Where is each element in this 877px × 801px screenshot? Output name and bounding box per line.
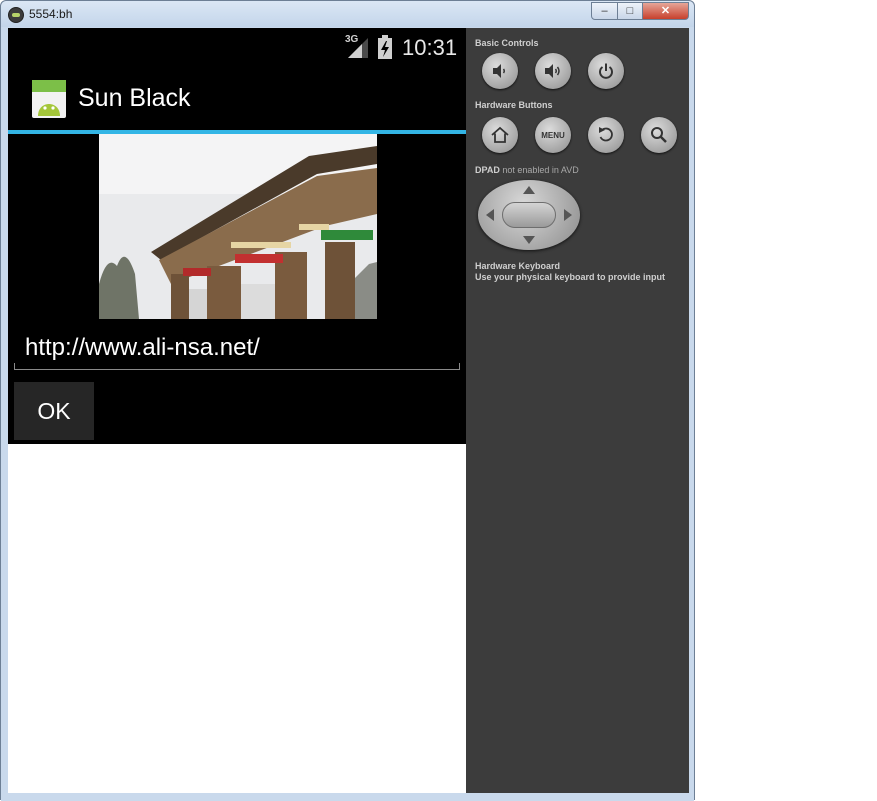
app-logo-icon bbox=[32, 80, 66, 118]
menu-button[interactable]: MENU bbox=[535, 117, 571, 153]
volume-up-icon bbox=[545, 64, 560, 78]
title-bar[interactable]: 5554:bh – □ ✕ bbox=[1, 1, 694, 27]
url-input[interactable] bbox=[14, 328, 460, 368]
clock: 10:31 bbox=[402, 35, 458, 60]
dpad[interactable] bbox=[478, 180, 580, 250]
power-button[interactable] bbox=[588, 53, 624, 89]
volume-up-button[interactable] bbox=[535, 53, 571, 89]
home-button[interactable] bbox=[482, 117, 518, 153]
hardware-buttons-label: Hardware Buttons bbox=[475, 100, 553, 110]
dpad-right-icon[interactable] bbox=[564, 209, 572, 221]
action-bar: Sun Black bbox=[8, 66, 466, 130]
dpad-center-button[interactable] bbox=[502, 202, 556, 228]
maximize-button[interactable]: □ bbox=[617, 2, 643, 20]
power-icon bbox=[599, 63, 613, 79]
field-underline-right bbox=[459, 363, 460, 369]
device-screen: 3G 10:31 Sun Black http://www.ali-nsa.ne… bbox=[8, 28, 466, 793]
gate-photo bbox=[99, 134, 377, 319]
hardware-keyboard-info: Hardware Keyboard Use your physical keyb… bbox=[475, 261, 665, 283]
window-title: 5554:bh bbox=[29, 7, 73, 21]
field-underline-left bbox=[14, 363, 15, 369]
app-title: Sun Black bbox=[78, 84, 191, 112]
minimize-button[interactable]: – bbox=[591, 2, 618, 20]
window-frame-right bbox=[689, 28, 694, 793]
dpad-left-icon[interactable] bbox=[486, 209, 494, 221]
volume-down-button[interactable] bbox=[482, 53, 518, 89]
dpad-label: DPAD not enabled in AVD bbox=[475, 165, 579, 175]
ok-button[interactable]: OK bbox=[14, 382, 94, 440]
dpad-note: not enabled in AVD bbox=[502, 165, 579, 175]
main-content: OK bbox=[8, 134, 466, 444]
signal-icon bbox=[348, 38, 368, 58]
dpad-down-icon[interactable] bbox=[523, 236, 535, 244]
keyboard-note: Use your physical keyboard to provide in… bbox=[475, 272, 666, 282]
home-icon bbox=[491, 126, 509, 143]
search-icon bbox=[651, 127, 667, 143]
android-icon bbox=[8, 7, 24, 23]
battery-icon bbox=[378, 35, 392, 59]
status-bar: 3G 10:31 bbox=[8, 28, 466, 66]
back-icon bbox=[599, 127, 613, 142]
menu-button-label: MENU bbox=[541, 130, 565, 140]
dpad-up-icon[interactable] bbox=[523, 186, 535, 194]
close-button[interactable]: ✕ bbox=[642, 2, 689, 20]
keyboard-title: Hardware Keyboard bbox=[475, 261, 561, 271]
emulator-controls-panel: Basic Controls Hardware Buttons MENU DPA… bbox=[466, 28, 689, 793]
search-button[interactable] bbox=[641, 117, 677, 153]
emulator-window: 5554:bh – □ ✕ 3G 10:31 Sun Black http://… bbox=[0, 0, 695, 801]
basic-controls-label: Basic Controls bbox=[475, 38, 539, 48]
dpad-title: DPAD bbox=[475, 165, 500, 175]
url-input-field[interactable] bbox=[14, 328, 460, 370]
volume-down-icon bbox=[493, 64, 505, 78]
back-button[interactable] bbox=[588, 117, 624, 153]
